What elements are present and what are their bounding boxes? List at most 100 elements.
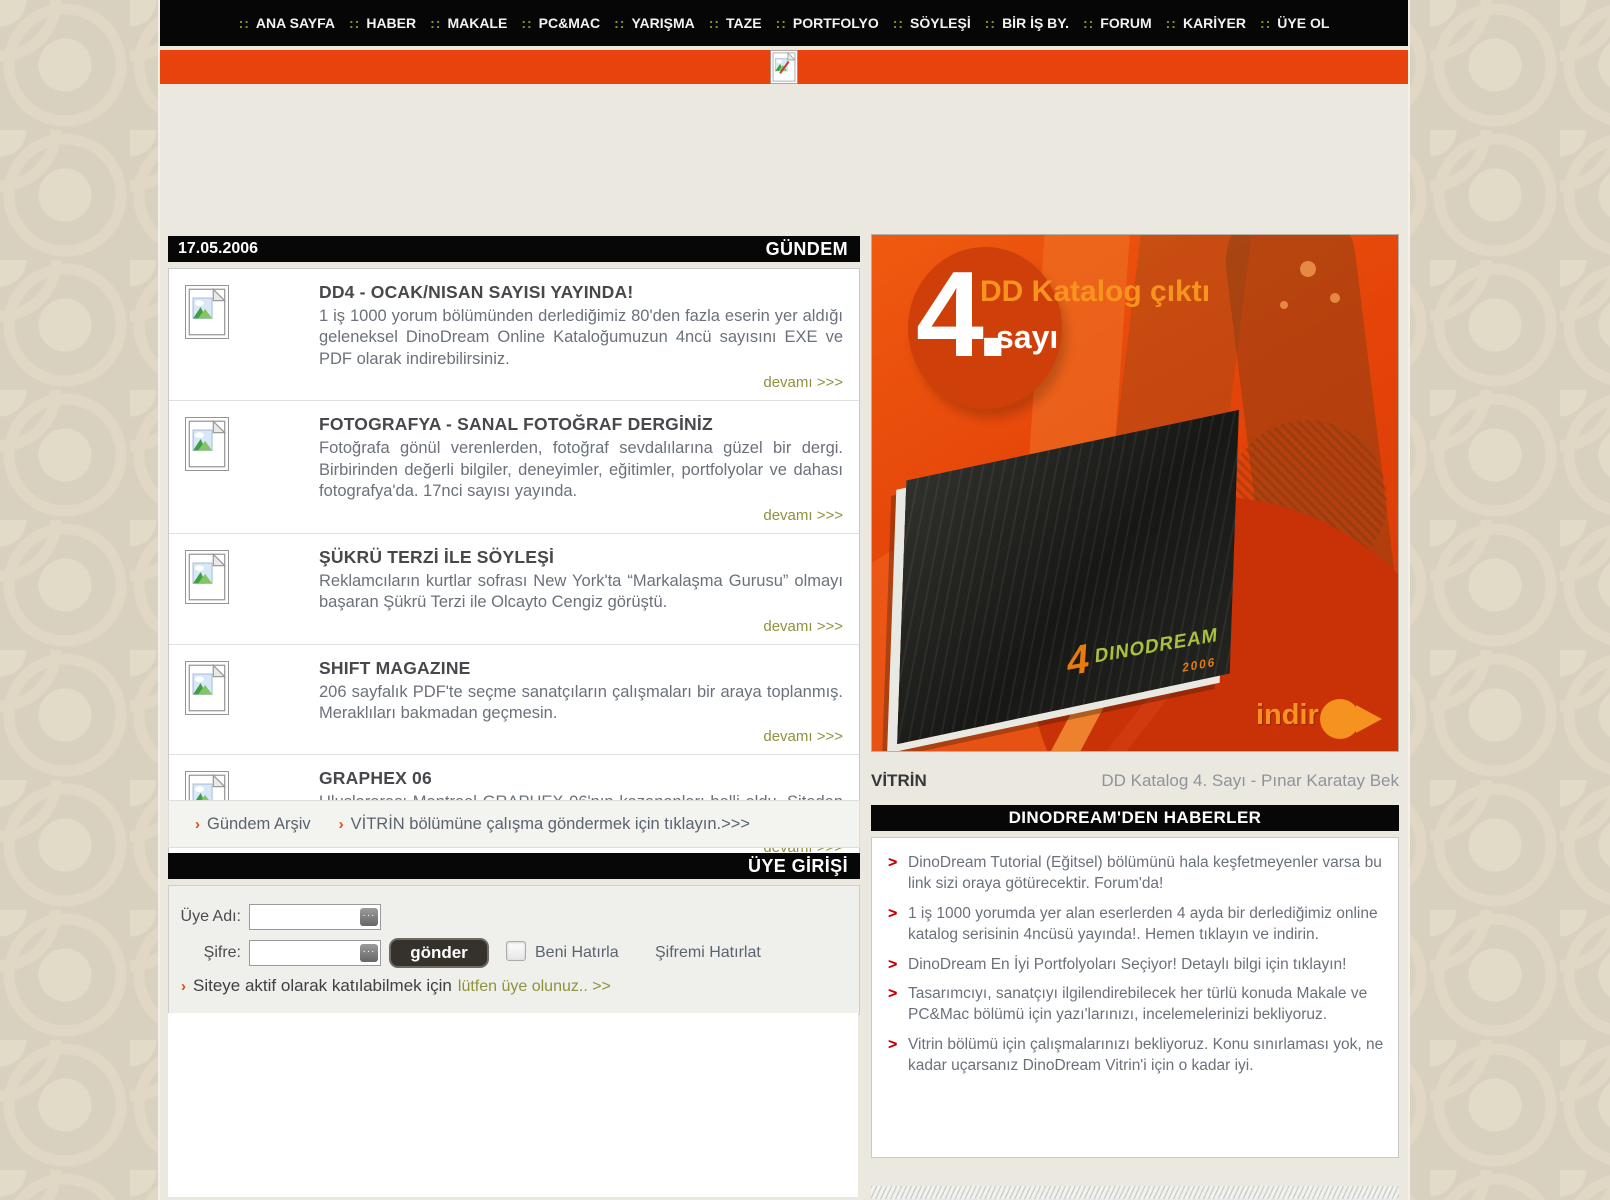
haber-item[interactable]: > DinoDream Tutorial (Eğitsel) bölümünü … [872,848,1398,899]
broken-image-icon [185,417,229,471]
haber-item-text: Tasarımcıyı, sanatçıyı ilgilendirebilece… [908,983,1388,1026]
footer-link[interactable]: › Gündem Arşiv [195,815,311,834]
download-circle-icon[interactable] [1320,699,1360,739]
nav-item[interactable]: ::HABER [349,0,416,46]
broken-image-glyph [772,52,796,82]
broken-image-icon [185,550,229,604]
haber-item[interactable]: > DinoDream En İyi Portfolyoları Seçiyor… [872,950,1398,979]
footer-link-label[interactable]: VİTRİN bölümüne çalışma göndermek için t… [351,815,750,834]
nav-separator-icon: :: [709,15,720,31]
nav-separator-icon: :: [893,15,904,31]
broken-banner-image[interactable] [770,50,797,83]
decor-dot [1330,293,1340,303]
gundem-news-list: DD4 - OCAK/NISAN SAYISI YAYINDA! 1 iş 10… [168,268,860,866]
news-body: Reklamcıların kurtlar sofrası New York't… [319,571,843,614]
banner-bar [160,50,1408,84]
news-more-link[interactable]: devamı >>> [319,728,843,745]
nav-separator-icon: :: [1166,15,1177,31]
news-thumbnail[interactable] [179,658,319,746]
news-title[interactable]: FOTOGRAFYA - SANAL FOTOĞRAF DERGİNİZ [319,414,843,435]
broken-image-icon [185,661,229,715]
autocomplete-dots-icon[interactable]: ··· [360,944,378,962]
nav-item[interactable]: ::FORUM [1083,0,1152,46]
decor-dot [1280,301,1288,309]
gundem-header-bar: 17.05.2006 GÜNDEM [168,236,860,262]
nav-item[interactable]: ::YARIŞMA [614,0,695,46]
nav-item-label[interactable]: HABER [366,15,416,31]
news-title[interactable]: SHIFT MAGAZINE [319,658,843,679]
download-arrow-icon[interactable] [1356,705,1382,733]
register-text: Siteye aktif olarak katılabilmek için [193,976,452,996]
footer-link-label[interactable]: Gündem Arşiv [207,815,311,834]
top-navigation: ::ANA SAYFA::HABER::MAKALE::PC&MAC::YARI… [160,0,1408,46]
nav-item[interactable]: ::KARİYER [1166,0,1246,46]
vitrin-row: VİTRİN DD Katalog 4. Sayı - Pınar Karata… [871,766,1399,796]
nav-item-label[interactable]: ÜYE OL [1277,15,1329,31]
haber-item[interactable]: > Tasarımcıyı, sanatçıyı ilgilendirebile… [872,979,1398,1030]
news-item: DD4 - OCAK/NISAN SAYISI YAYINDA! 1 iş 10… [169,269,859,401]
haber-item[interactable]: > 1 iş 1000 yorumda yer alan eserlerden … [872,899,1398,950]
arrow-right-icon: › [195,816,200,833]
nav-separator-icon: :: [1260,15,1271,31]
password-label: Şifre: [177,944,241,962]
nav-item-label[interactable]: PC&MAC [539,15,600,31]
news-item: SHIFT MAGAZINE 206 sayfalık PDF'te seçme… [169,645,859,756]
issue-number: 4. [916,253,1002,375]
news-more-link[interactable]: devamı >>> [319,374,843,391]
news-thumbnail[interactable] [179,547,319,635]
register-link[interactable]: lütfen üye olunuz.. >> [458,978,611,996]
nav-separator-icon: :: [985,15,996,31]
forgot-password-link[interactable]: Şifremi Hatırlat [655,944,761,962]
broken-image-glyph [188,420,226,468]
news-title[interactable]: ŞÜKRÜ TERZİ İLE SÖYLEŞİ [319,547,843,568]
nav-separator-icon: :: [349,15,360,31]
nav-item-label[interactable]: YARIŞMA [631,15,694,31]
nav-item[interactable]: ::ÜYE OL [1260,0,1329,46]
news-thumbnail[interactable] [179,282,319,391]
page-wrapper: ::ANA SAYFA::HABER::MAKALE::PC&MAC::YARI… [160,0,1408,1200]
nav-item[interactable]: ::BİR İŞ BY. [985,0,1069,46]
nav-item-label[interactable]: FORUM [1100,15,1151,31]
nav-item-label[interactable]: TAZE [726,15,762,31]
nav-item-label[interactable]: PORTFOLYO [793,15,879,31]
issue-label: sayı [996,319,1058,356]
gundem-title: GÜNDEM [766,236,860,262]
haber-item-text: DinoDream En İyi Portfolyoları Seçiyor! … [908,954,1346,975]
broken-image-icon [185,285,229,339]
arrow-right-icon: › [181,978,186,995]
news-thumbnail[interactable] [179,414,319,523]
nav-item-label[interactable]: BİR İŞ BY. [1002,15,1069,31]
news-body: 206 sayfalık PDF'te seçme sanatçıların ç… [319,682,843,725]
remember-label: Beni Hatırla [535,944,619,962]
nav-separator-icon: :: [1083,15,1094,31]
haber-item[interactable]: > Vitrin bölümü için çalışmalarınızı bek… [872,1030,1398,1081]
nav-separator-icon: :: [239,15,250,31]
login-header-bar: ÜYE GİRİŞİ [168,853,860,879]
nav-item[interactable]: ::SÖYLEŞİ [893,0,971,46]
nav-item[interactable]: ::ANA SAYFA [239,0,335,46]
haber-item-text: Vitrin bölümü için çalışmalarınızı bekli… [908,1034,1388,1077]
news-title[interactable]: DD4 - OCAK/NISAN SAYISI YAYINDA! [319,282,843,303]
promo-banner[interactable]: 4. sayı DD Katalog çıktı 4DINODREAM 2006… [871,234,1399,752]
nav-item-label[interactable]: ANA SAYFA [256,15,335,31]
nav-item-label[interactable]: SÖYLEŞİ [910,15,971,31]
download-link[interactable]: indir [1256,699,1319,732]
news-title[interactable]: GRAPHEX 06 [319,768,843,789]
nav-item-label[interactable]: KARİYER [1183,15,1246,31]
nav-item[interactable]: ::MAKALE [430,0,507,46]
footer-link[interactable]: › VİTRİN bölümüne çalışma göndermek için … [339,815,750,834]
news-more-link[interactable]: devamı >>> [319,507,843,524]
arrow-right-icon: › [339,816,344,833]
news-body: Fotoğrafa gönül verenlerden, fotoğraf se… [319,438,843,502]
nav-item-label[interactable]: MAKALE [447,15,507,31]
news-more-link[interactable]: devamı >>> [319,618,843,635]
page-background: { "nav": { "separator": "::", "items": [… [0,0,1610,1200]
remember-checkbox[interactable] [506,941,526,961]
nav-item[interactable]: ::PC&MAC [521,0,600,46]
autocomplete-dots-icon[interactable]: ··· [360,908,378,926]
arrow-right-icon: > [888,983,908,1026]
nav-item[interactable]: ::TAZE [709,0,762,46]
submit-button[interactable]: gönder [389,938,489,968]
nav-item[interactable]: ::PORTFOLYO [776,0,879,46]
arrow-right-icon: > [888,954,908,975]
